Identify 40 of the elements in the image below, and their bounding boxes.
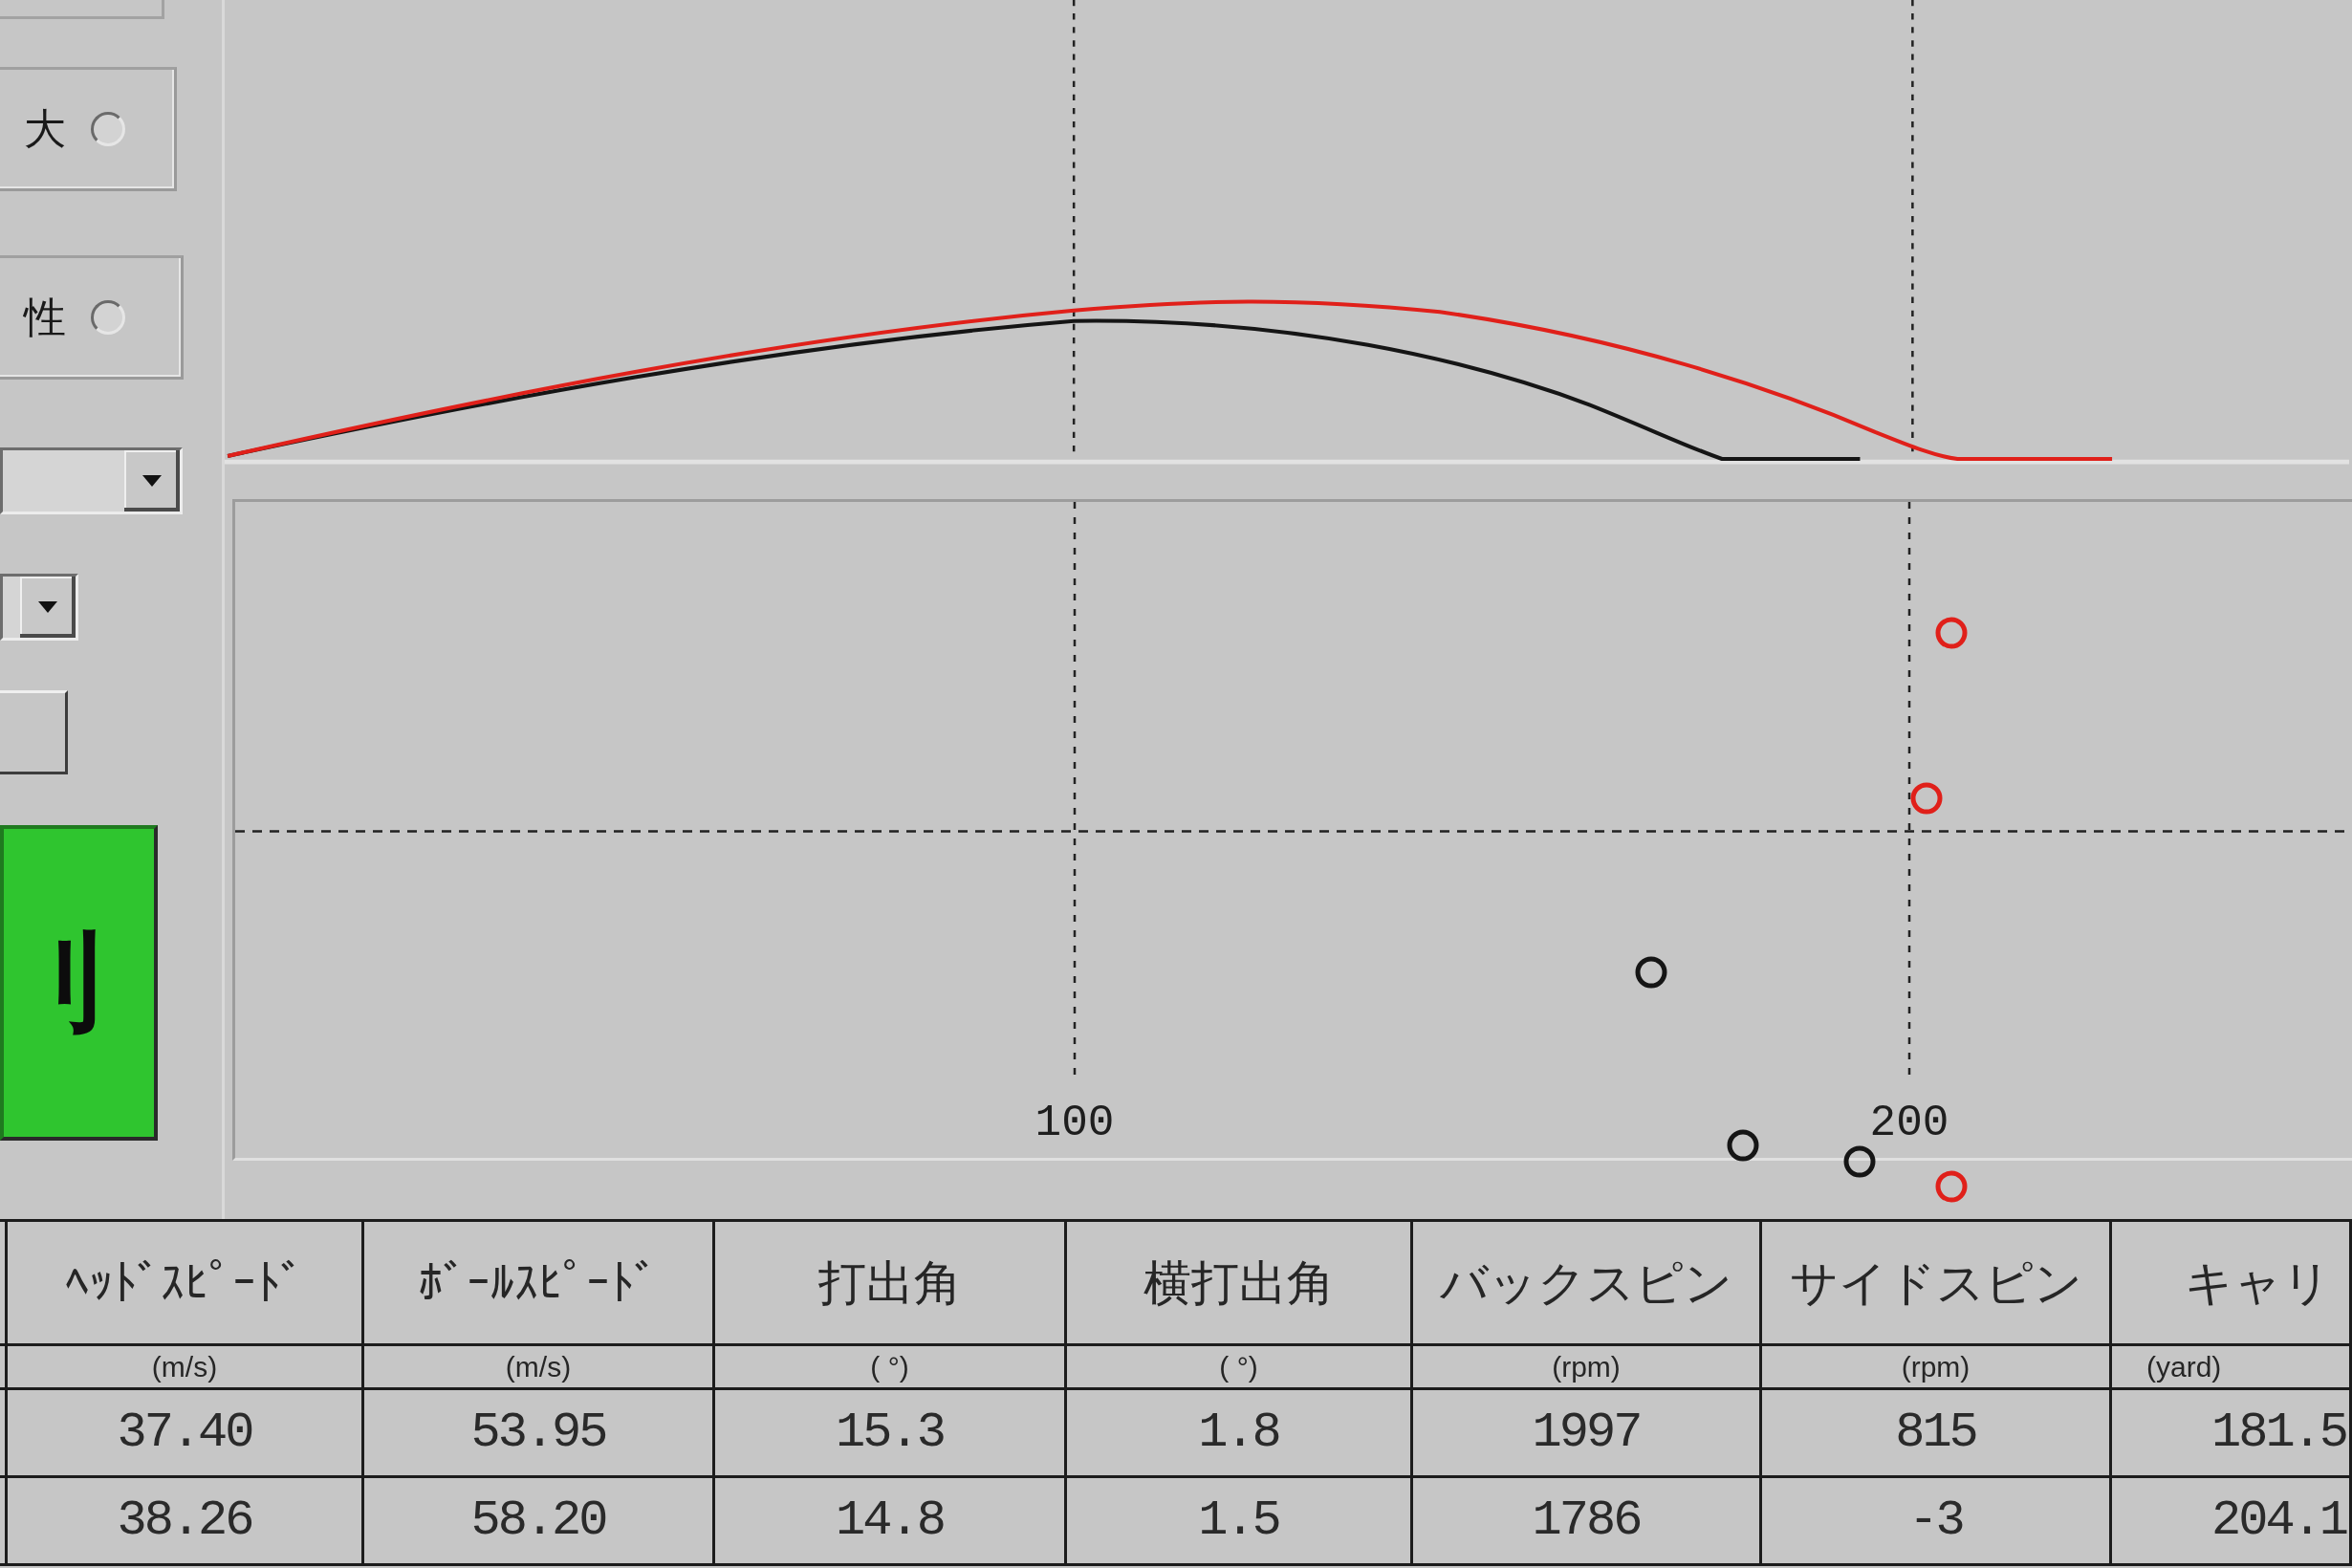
- table-cell: 181.5: [2112, 1390, 2352, 1478]
- unit-label: (rpm): [1762, 1346, 2112, 1390]
- unit-label: ( °): [1067, 1346, 1413, 1390]
- column-header: ﾎﾞｰﾙｽﾋﾟｰﾄﾞ: [364, 1222, 715, 1346]
- column-header: ﾍｯﾄﾞｽﾋﾟｰﾄﾞ: [8, 1222, 364, 1346]
- column-header: 横打出角: [1067, 1222, 1413, 1346]
- table-cell: 38.26: [8, 1478, 364, 1566]
- unit-label: ( °): [715, 1346, 1067, 1390]
- table-cell: -3: [1762, 1478, 2112, 1566]
- table-cell: 1.8: [1067, 1390, 1413, 1478]
- column-header: バックスピン: [1413, 1222, 1762, 1346]
- unit-label: (m/s): [8, 1346, 364, 1390]
- unit-label: (rpm): [1413, 1346, 1762, 1390]
- column-header: 打出角: [715, 1222, 1067, 1346]
- table-cell: 1997: [1413, 1390, 1762, 1478]
- unit-label: (m/s): [364, 1346, 715, 1390]
- radio-button[interactable]: [91, 300, 125, 335]
- option-label: 性: [24, 296, 66, 338]
- table-cell: 14.8: [715, 1478, 1067, 1566]
- dropdown[interactable]: [0, 574, 78, 641]
- column-header: キャリ: [2112, 1222, 2352, 1346]
- table-cell: 815: [1762, 1390, 2112, 1478]
- table-cell: 37.40: [8, 1390, 364, 1478]
- option-label: 大: [24, 108, 66, 150]
- table-cell: 53.95: [364, 1390, 715, 1478]
- table-cell: 15.3: [715, 1390, 1067, 1478]
- table-cell: 1786: [1413, 1478, 1762, 1566]
- table-cell: 1.5: [1067, 1478, 1413, 1566]
- table-cell: 204.1: [2112, 1478, 2352, 1566]
- caret-down-icon: [124, 450, 180, 512]
- column-header: サイドスピン: [1762, 1222, 2112, 1346]
- button[interactable]: [0, 690, 68, 774]
- distance-label: 100: [1034, 1099, 1115, 1148]
- caret-down-icon: [20, 577, 76, 638]
- action-button[interactable]: 刂: [0, 825, 158, 1141]
- radio-button[interactable]: [91, 112, 125, 146]
- unit-label: (yard): [2112, 1346, 2352, 1390]
- distance-label: 200: [1869, 1099, 1949, 1148]
- dropdown[interactable]: [0, 447, 183, 514]
- table-cell: 58.20: [364, 1478, 715, 1566]
